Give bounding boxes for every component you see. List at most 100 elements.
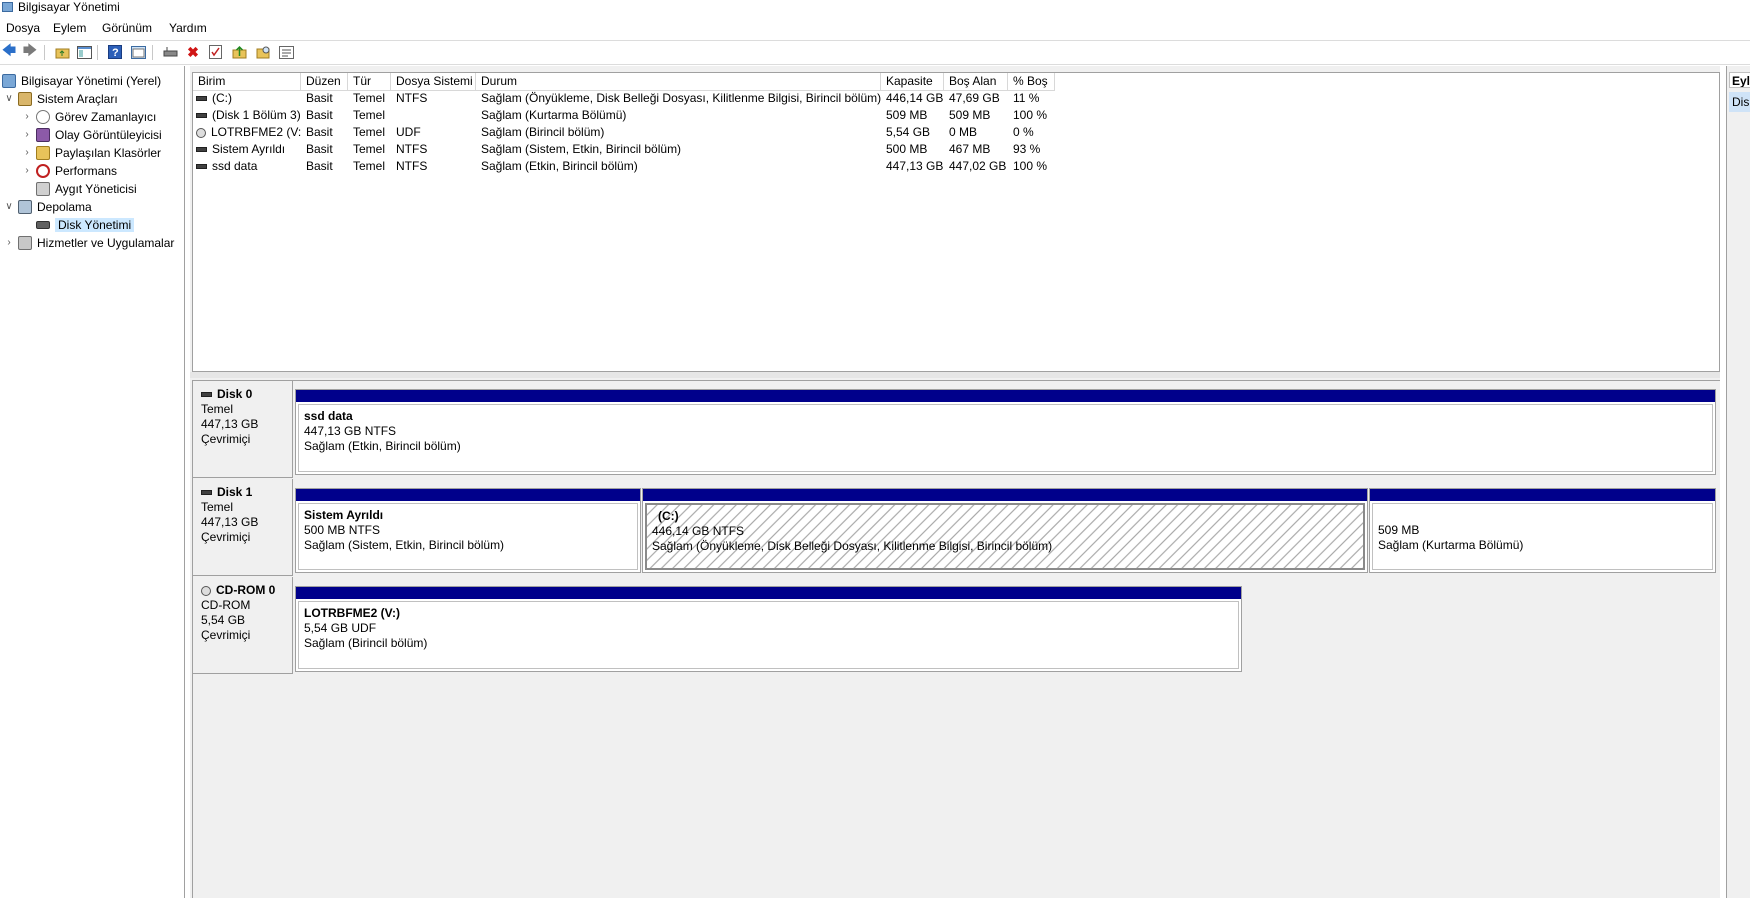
partition-bar (296, 390, 1715, 402)
chevron-right-icon[interactable]: › (22, 111, 32, 122)
volume-capacity: 500 MB (886, 142, 928, 156)
partition-bar (296, 489, 640, 501)
search-folder-icon[interactable] (255, 44, 271, 60)
table-row[interactable]: (Disk 1 Bölüm 3) (196, 107, 301, 124)
check-disk-icon[interactable] (207, 44, 223, 60)
chevron-down-icon[interactable]: ∨ (4, 93, 14, 104)
performance-icon (36, 163, 50, 178)
column-header-volume[interactable]: Birim (193, 73, 301, 91)
volume-status: Sağlam (Önyükleme, Disk Belleği Dosyası,… (481, 91, 881, 105)
disk-status: Çevrimiçi (201, 530, 251, 544)
column-header-percent-free[interactable]: % Boş (1008, 73, 1055, 91)
tree-node-shared-folders[interactable]: › Paylaşılan Klasörler (22, 144, 161, 161)
partition-bar (1370, 489, 1715, 501)
chevron-right-icon[interactable]: › (4, 237, 14, 248)
partition-state: Sağlam (Birincil bölüm) (304, 636, 428, 650)
svg-text:?: ? (112, 47, 119, 59)
tree-node-task-scheduler[interactable]: › Görev Zamanlayıcı (22, 108, 156, 125)
column-header-layout[interactable]: Düzen (301, 73, 348, 91)
tree-node-root[interactable]: Bilgisayar Yönetimi (Yerel) (2, 72, 161, 89)
column-header-file-system[interactable]: Dosya Sistemi (391, 73, 476, 91)
tree-node-label: Paylaşılan Klasörler (55, 145, 162, 160)
partition-recovery[interactable]: 509 MB Sağlam (Kurtarma Bölümü) (1369, 488, 1716, 573)
tree-node-label: Disk Yönetimi (55, 217, 135, 232)
volume-list: Birim Düzen Tür Dosya Sistemi Durum Kapa… (192, 72, 1720, 372)
tree-node-device-manager[interactable]: Aygıt Yöneticisi (36, 180, 137, 197)
tree-node-performance[interactable]: › Performans (22, 162, 117, 179)
tree-node-services[interactable]: › Hizmetler ve Uygulamalar (4, 234, 174, 251)
disk-status: Çevrimiçi (201, 628, 251, 642)
chevron-right-icon[interactable]: › (22, 147, 32, 158)
toolbar-separator (97, 45, 98, 60)
partition-c-drive[interactable]: (C:) 446,14 GB NTFS Sağlam (Önyükleme, D… (642, 488, 1368, 573)
volume-free: 467 MB (949, 142, 991, 156)
partition-body: LOTRBFME2 (V:) 5,54 GB UDF Sağlam (Birin… (298, 601, 1239, 669)
delete-icon[interactable]: ✖ (185, 44, 201, 60)
menu-view[interactable]: Görünüm (102, 21, 152, 35)
show-hide-tree-icon[interactable] (76, 44, 92, 60)
toolbar-separator-line (0, 64, 1750, 65)
partition-lotrbfme2[interactable]: LOTRBFME2 (V:) 5,54 GB UDF Sağlam (Birin… (295, 586, 1242, 672)
connect-drive-icon[interactable] (162, 44, 178, 60)
cdrom-icon (196, 127, 206, 138)
menu-file[interactable]: Dosya (6, 21, 40, 35)
tree-node-disk-management[interactable]: Disk Yönetimi (36, 216, 135, 233)
computer-management-icon (2, 73, 16, 88)
column-header-capacity[interactable]: Kapasite (881, 73, 944, 91)
chevron-down-icon[interactable]: ∨ (4, 201, 14, 212)
up-folder-icon[interactable] (54, 44, 70, 60)
toolbar-separator (44, 45, 45, 60)
volume-status: Sağlam (Etkin, Birincil bölüm) (481, 159, 638, 173)
volume-icon (196, 164, 207, 170)
chevron-right-icon[interactable]: › (22, 165, 32, 176)
partition-body: Sistem Ayrıldı 500 MB NTFS Sağlam (Siste… (298, 503, 638, 570)
tree-node-root-label: Bilgisayar Yönetimi (Yerel) (21, 73, 162, 88)
partition-system-reserved[interactable]: Sistem Ayrıldı 500 MB NTFS Sağlam (Siste… (295, 488, 641, 573)
settings-panel-icon[interactable] (278, 44, 294, 60)
table-row[interactable]: Sistem Ayrıldı (196, 141, 301, 158)
volume-free: 47,69 GB (949, 91, 1000, 105)
volume-name: ssd data (212, 159, 258, 173)
storage-icon (18, 199, 32, 214)
disk-name: CD-ROM 0 (216, 583, 276, 597)
upload-folder-icon[interactable] (231, 44, 247, 60)
partition-state: Sağlam (Etkin, Birincil bölüm) (304, 439, 461, 453)
toolbar: 🡄 🡆 ? ✖ (0, 42, 1750, 64)
tree-node-label: Görev Zamanlayıcı (55, 109, 157, 124)
column-header-status[interactable]: Durum (476, 73, 881, 91)
window-title: Bilgisayar Yönetimi (18, 0, 120, 14)
tree-node-event-viewer[interactable]: › Olay Görüntüleyicisi (22, 126, 162, 143)
back-icon[interactable]: 🡄 (1, 42, 17, 60)
column-header-free-space[interactable]: Boş Alan (944, 73, 1008, 91)
disk-size: 447,13 GB (201, 515, 259, 529)
partition-state: Sağlam (Kurtarma Bölümü) (1378, 538, 1524, 552)
partition-body: ssd data 447,13 GB NTFS Sağlam (Etkin, B… (298, 404, 1713, 472)
disk-1-label[interactable]: Disk 1 Temel 447,13 GB Çevrimiçi (193, 479, 293, 576)
forward-icon[interactable]: 🡆 (22, 42, 38, 60)
pane-splitter[interactable] (190, 372, 1720, 378)
tree-node-system-tools[interactable]: ∨ Sistem Araçları (4, 90, 118, 107)
menu-help[interactable]: Yardım (169, 21, 207, 35)
partition-body: 509 MB Sağlam (Kurtarma Bölümü) (1372, 503, 1713, 570)
volume-status: Sağlam (Kurtarma Bölümü) (481, 108, 627, 122)
volume-free: 447,02 GB (949, 159, 1007, 173)
tree-node-label: Aygıt Yöneticisi (55, 181, 137, 196)
partition-state: Sağlam (Önyükleme, Disk Belleği Dosyası,… (652, 539, 1053, 553)
tree-node-storage[interactable]: ∨ Depolama (4, 198, 92, 215)
table-row[interactable]: (C:) (196, 90, 301, 107)
navigation-tree: Bilgisayar Yönetimi (Yerel) ∨ Sistem Ara… (0, 66, 185, 898)
actions-item-disk-management[interactable]: Disk Yönetimi (1729, 92, 1750, 112)
chevron-right-icon[interactable]: › (22, 129, 32, 140)
partition-ssd-data[interactable]: ssd data 447,13 GB NTFS Sağlam (Etkin, B… (295, 389, 1716, 475)
table-row[interactable]: ssd data (196, 158, 301, 175)
table-row[interactable]: LOTRBFME2 (V:) (196, 124, 301, 141)
menu-action[interactable]: Eylem (53, 21, 86, 35)
volume-icon (196, 113, 207, 119)
properties-view-icon[interactable] (130, 44, 146, 60)
disk-icon (201, 490, 212, 496)
help-icon[interactable]: ? (107, 44, 123, 60)
volume-type: Temel (353, 125, 386, 139)
cdrom-0-label[interactable]: CD-ROM 0 CD-ROM 5,54 GB Çevrimiçi (193, 577, 293, 674)
disk-0-label[interactable]: Disk 0 Temel 447,13 GB Çevrimiçi (193, 381, 293, 478)
column-header-type[interactable]: Tür (348, 73, 391, 91)
